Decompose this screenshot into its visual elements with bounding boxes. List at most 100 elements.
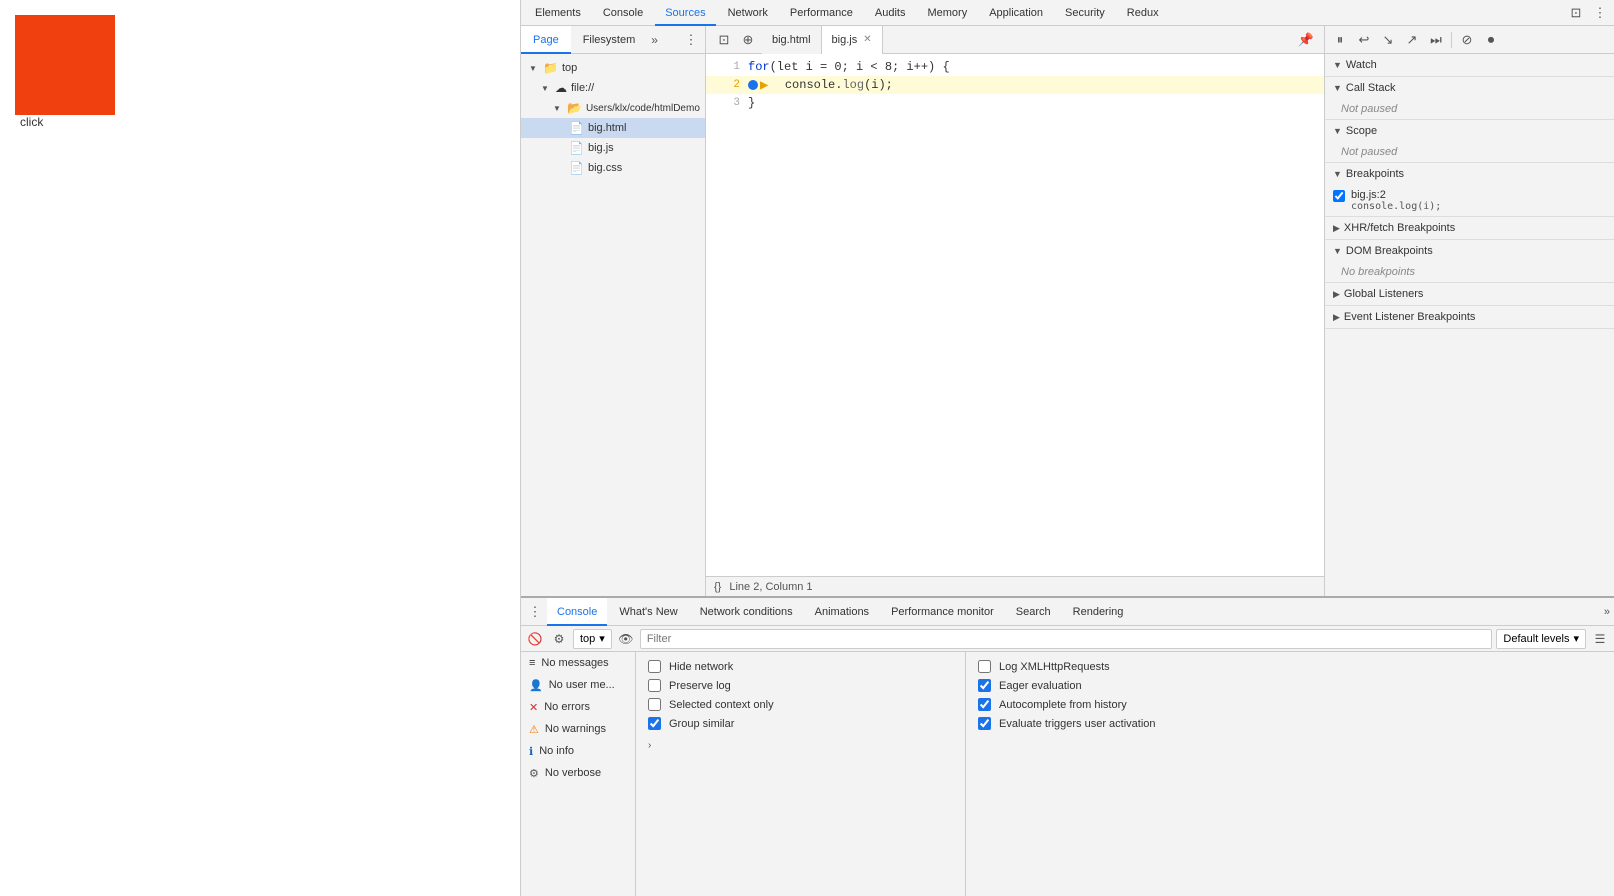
filter-item-all[interactable]: ≡ No messages bbox=[521, 652, 635, 674]
tree-arrow-file: ▼ bbox=[541, 84, 551, 93]
checkbox-group-similar[interactable] bbox=[648, 717, 661, 730]
tab-redux[interactable]: Redux bbox=[1117, 0, 1169, 26]
red-box[interactable] bbox=[15, 15, 115, 115]
tree-item-users[interactable]: ▼ 📂 Users/klx/code/htmlDemo bbox=[521, 98, 705, 118]
tab-network[interactable]: Network bbox=[718, 0, 778, 26]
pause-resume-btn[interactable]: ⏸ bbox=[1329, 29, 1351, 51]
events-label: Event Listener Breakpoints bbox=[1344, 311, 1475, 323]
subtab-filesystem[interactable]: Filesystem bbox=[571, 26, 648, 54]
console-eye-btn[interactable]: 👁 bbox=[616, 629, 636, 649]
dock-icon[interactable]: ⊡ bbox=[1566, 3, 1586, 23]
console-tab-whatsnew[interactable]: What's New bbox=[609, 598, 687, 626]
console-context-select[interactable]: top ▾ bbox=[573, 629, 612, 649]
tree-label-top: top bbox=[562, 62, 577, 74]
filter-item-warn[interactable]: ⚠ No warnings bbox=[521, 718, 635, 740]
console-tab-search[interactable]: Search bbox=[1006, 598, 1061, 626]
filter-icon-verbose: ⚙ bbox=[529, 767, 539, 780]
levels-dropdown-arrow: ▾ bbox=[1573, 632, 1579, 645]
scope-label: Scope bbox=[1346, 125, 1377, 137]
filter-item-error[interactable]: ✕ No errors bbox=[521, 696, 635, 718]
editor-tab-close-bigjs[interactable]: ✕ bbox=[863, 34, 871, 45]
editor-pin-icon[interactable]: 📌 bbox=[1296, 30, 1316, 50]
filter-icon-error: ✕ bbox=[529, 701, 538, 714]
checkbox-evaluate-triggers[interactable] bbox=[978, 717, 991, 730]
step-into-btn[interactable]: ↘ bbox=[1377, 29, 1399, 51]
tab-elements[interactable]: Elements bbox=[525, 0, 591, 26]
code-content[interactable]: 1 for(let i = 0; i < 8; i++) { 2 ▶ conso… bbox=[706, 54, 1324, 576]
debug-section-header-global[interactable]: ▶ Global Listeners bbox=[1325, 283, 1614, 305]
debug-toolbar: ⏸ ↩ ↘ ↗ ⏭ ⊘ ⏺ bbox=[1325, 26, 1614, 54]
debug-section-header-breakpoints[interactable]: ▼ Breakpoints bbox=[1325, 163, 1614, 185]
debug-section-header-watch[interactable]: ▼ Watch bbox=[1325, 54, 1614, 76]
console-tab-rendering[interactable]: Rendering bbox=[1063, 598, 1134, 626]
step-out-btn[interactable]: ↗ bbox=[1401, 29, 1423, 51]
more-actions-icon[interactable]: ⋮ bbox=[681, 30, 701, 50]
debug-section-header-scope[interactable]: ▼ Scope bbox=[1325, 120, 1614, 142]
tab-performance[interactable]: Performance bbox=[780, 0, 863, 26]
console-main: ≡ No messages 👤 No user me... ✕ No error… bbox=[521, 652, 1614, 896]
tab-audits[interactable]: Audits bbox=[865, 0, 916, 26]
debug-section-header-xhr[interactable]: ▶ XHR/fetch Breakpoints bbox=[1325, 217, 1614, 239]
tree-label-users: Users/klx/code/htmlDemo bbox=[586, 103, 700, 114]
console-tab-more[interactable]: » bbox=[1604, 606, 1610, 618]
tree-arrow-top: ▼ bbox=[529, 64, 539, 73]
step-over-btn[interactable]: ↩ bbox=[1353, 29, 1375, 51]
code-text-3: } bbox=[748, 96, 755, 110]
tab-sources[interactable]: Sources bbox=[655, 0, 715, 26]
record-btn[interactable]: ⏺ bbox=[1480, 29, 1502, 51]
checkbox-hide-network[interactable] bbox=[648, 660, 661, 673]
tab-memory[interactable]: Memory bbox=[917, 0, 977, 26]
tree-item-bightml[interactable]: 📄 big.html bbox=[521, 118, 705, 138]
label-hide-network: Hide network bbox=[669, 661, 733, 673]
tab-application[interactable]: Application bbox=[979, 0, 1053, 26]
filter-item-user[interactable]: 👤 No user me... bbox=[521, 674, 635, 696]
console-clear-btn[interactable]: 🚫 bbox=[525, 629, 545, 649]
breakpoint-checkbox-1[interactable] bbox=[1333, 190, 1345, 202]
tree-item-bigjs[interactable]: 📄 big.js bbox=[521, 138, 705, 158]
chevron-more[interactable]: › bbox=[648, 740, 953, 751]
editor-tab-bigjs[interactable]: big.js ✕ bbox=[822, 26, 883, 54]
subtab-page[interactable]: Page bbox=[521, 26, 571, 54]
editor-back-icon[interactable]: ⊡ bbox=[714, 30, 734, 50]
tab-console[interactable]: Console bbox=[593, 0, 653, 26]
filter-item-info[interactable]: ℹ No info bbox=[521, 740, 635, 762]
debug-section-header-dom[interactable]: ▼ DOM Breakpoints bbox=[1325, 240, 1614, 262]
file-icon-css: 📄 bbox=[569, 161, 584, 175]
debug-section-xhr: ▶ XHR/fetch Breakpoints bbox=[1325, 217, 1614, 240]
console-tab-perfmonitor[interactable]: Performance monitor bbox=[881, 598, 1004, 626]
tree-item-bigcss[interactable]: 📄 big.css bbox=[521, 158, 705, 178]
editor-tab-bightml[interactable]: big.html bbox=[762, 26, 822, 54]
more-tabs-icon[interactable]: ⋮ bbox=[1590, 3, 1610, 23]
checkbox-eager-eval[interactable] bbox=[978, 679, 991, 692]
console-filter-input[interactable] bbox=[640, 629, 1493, 649]
line-number-2: 2 bbox=[710, 79, 740, 91]
console-levels-select[interactable]: Default levels ▾ bbox=[1496, 629, 1586, 649]
filter-item-verbose[interactable]: ⚙ No verbose bbox=[521, 762, 635, 784]
debug-section-header-events[interactable]: ▶ Event Listener Breakpoints bbox=[1325, 306, 1614, 328]
console-sidebar-btn[interactable]: ☰ bbox=[1590, 629, 1610, 649]
checkbox-log-xhr[interactable] bbox=[978, 660, 991, 673]
editor-format-icon[interactable]: ⊕ bbox=[738, 30, 758, 50]
console-menu-icon[interactable]: ⋮ bbox=[525, 602, 545, 622]
deactivate-breakpoints-btn[interactable]: ⊘ bbox=[1456, 29, 1478, 51]
tree-item-file[interactable]: ▼ ☁ file:// bbox=[521, 78, 705, 98]
editor-tab-icons: ⊡ ⊕ bbox=[710, 30, 762, 50]
debug-section-header-callstack[interactable]: ▼ Call Stack bbox=[1325, 77, 1614, 99]
console-tab-animations[interactable]: Animations bbox=[805, 598, 879, 626]
dom-no-breakpoints: No breakpoints bbox=[1325, 262, 1614, 282]
checkbox-preserve-log[interactable] bbox=[648, 679, 661, 692]
tree-item-top[interactable]: ▼ 📁 top bbox=[521, 58, 705, 78]
checkbox-selected-context[interactable] bbox=[648, 698, 661, 711]
filter-label-all: No messages bbox=[541, 657, 608, 669]
debug-section-callstack: ▼ Call Stack Not paused bbox=[1325, 77, 1614, 120]
checkbox-autocomplete[interactable] bbox=[978, 698, 991, 711]
console-tab-console[interactable]: Console bbox=[547, 598, 607, 626]
subtab-more[interactable]: » bbox=[647, 33, 662, 47]
console-settings-btn[interactable]: ⚙ bbox=[549, 629, 569, 649]
resume-btn[interactable]: ⏭ bbox=[1425, 29, 1447, 51]
tab-security[interactable]: Security bbox=[1055, 0, 1115, 26]
options-left-panel: Hide network Preserve log Selected conte… bbox=[636, 652, 966, 896]
console-tab-networkconditions[interactable]: Network conditions bbox=[690, 598, 803, 626]
callstack-arrow: ▼ bbox=[1333, 83, 1342, 93]
click-label: click bbox=[20, 115, 43, 129]
